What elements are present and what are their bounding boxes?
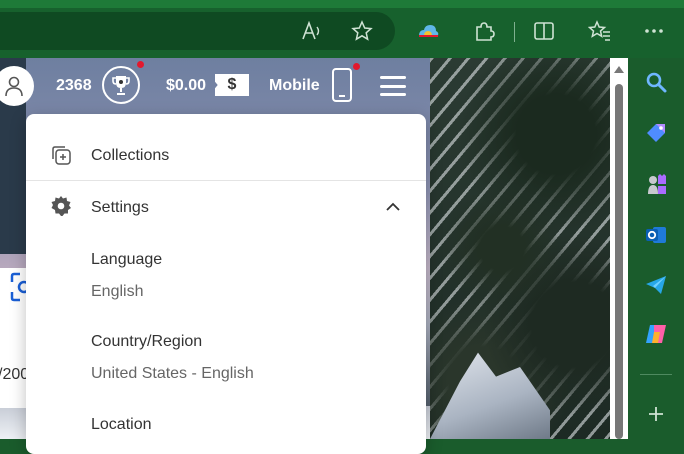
settings-dropdown-menu: Collections Settings Language English Co… — [26, 114, 426, 454]
games-chess-icon[interactable] — [644, 172, 668, 196]
browser-essentials-icon[interactable] — [415, 18, 441, 44]
hamburger-menu-button[interactable] — [380, 76, 406, 96]
scrollbar-thumb[interactable] — [615, 84, 623, 439]
favorite-star-icon[interactable] — [349, 18, 375, 44]
page-scrollbar[interactable] — [610, 58, 628, 439]
left-card-text: /200 — [0, 366, 30, 383]
telegram-send-icon[interactable] — [644, 273, 668, 297]
menu-item-settings[interactable]: Settings — [26, 181, 426, 233]
language-value: English — [91, 283, 144, 300]
more-options-icon[interactable] — [641, 18, 667, 44]
country-region-label: Country/Region — [91, 333, 203, 350]
extensions-icon[interactable] — [471, 18, 497, 44]
tab-strip-edge — [0, 0, 684, 8]
copilot-icon[interactable] — [644, 322, 668, 346]
menu-item-country-region[interactable]: Country/Region United States - English — [26, 326, 426, 386]
profile-icon — [5, 76, 23, 97]
left-card — [0, 268, 26, 408]
settings-label: Settings — [91, 199, 149, 216]
balance-amount[interactable]: $0.00 — [166, 77, 206, 95]
rewards-points[interactable]: 2368 — [56, 77, 92, 95]
mobile-phone-icon[interactable] — [332, 68, 352, 102]
collections-label: Collections — [91, 147, 170, 164]
split-screen-icon[interactable] — [531, 18, 557, 44]
favorites-icon[interactable] — [587, 18, 613, 44]
collections-icon — [52, 146, 71, 165]
read-aloud-icon[interactable] — [299, 18, 325, 44]
menu-item-location[interactable]: Location — [26, 409, 426, 439]
add-icon[interactable] — [644, 402, 668, 426]
mobile-label[interactable]: Mobile — [269, 77, 320, 95]
location-label: Location — [91, 416, 152, 433]
chevron-up-icon — [386, 202, 400, 211]
browser-toolbar — [0, 0, 684, 58]
language-label: Language — [91, 251, 163, 268]
scroll-up-arrow-icon[interactable] — [614, 66, 624, 73]
notification-dot — [137, 61, 144, 68]
sidebar-separator — [640, 374, 672, 375]
menu-item-language[interactable]: Language English — [26, 244, 426, 304]
rewards-trophy-icon[interactable] — [102, 66, 140, 104]
search-icon[interactable] — [644, 70, 668, 94]
mobile-notification-dot — [353, 63, 360, 70]
shopping-tag-icon[interactable] — [644, 121, 668, 145]
visual-search-icon — [10, 272, 26, 302]
edge-sidebar — [628, 58, 684, 439]
country-region-value: United States - English — [91, 365, 254, 382]
address-bar[interactable] — [0, 12, 395, 50]
dollar-tag-icon[interactable]: $ — [215, 74, 249, 96]
menu-item-collections[interactable]: Collections — [26, 114, 426, 180]
toolbar-separator — [514, 22, 515, 42]
outlook-icon[interactable] — [644, 223, 668, 247]
gear-icon — [51, 196, 71, 216]
